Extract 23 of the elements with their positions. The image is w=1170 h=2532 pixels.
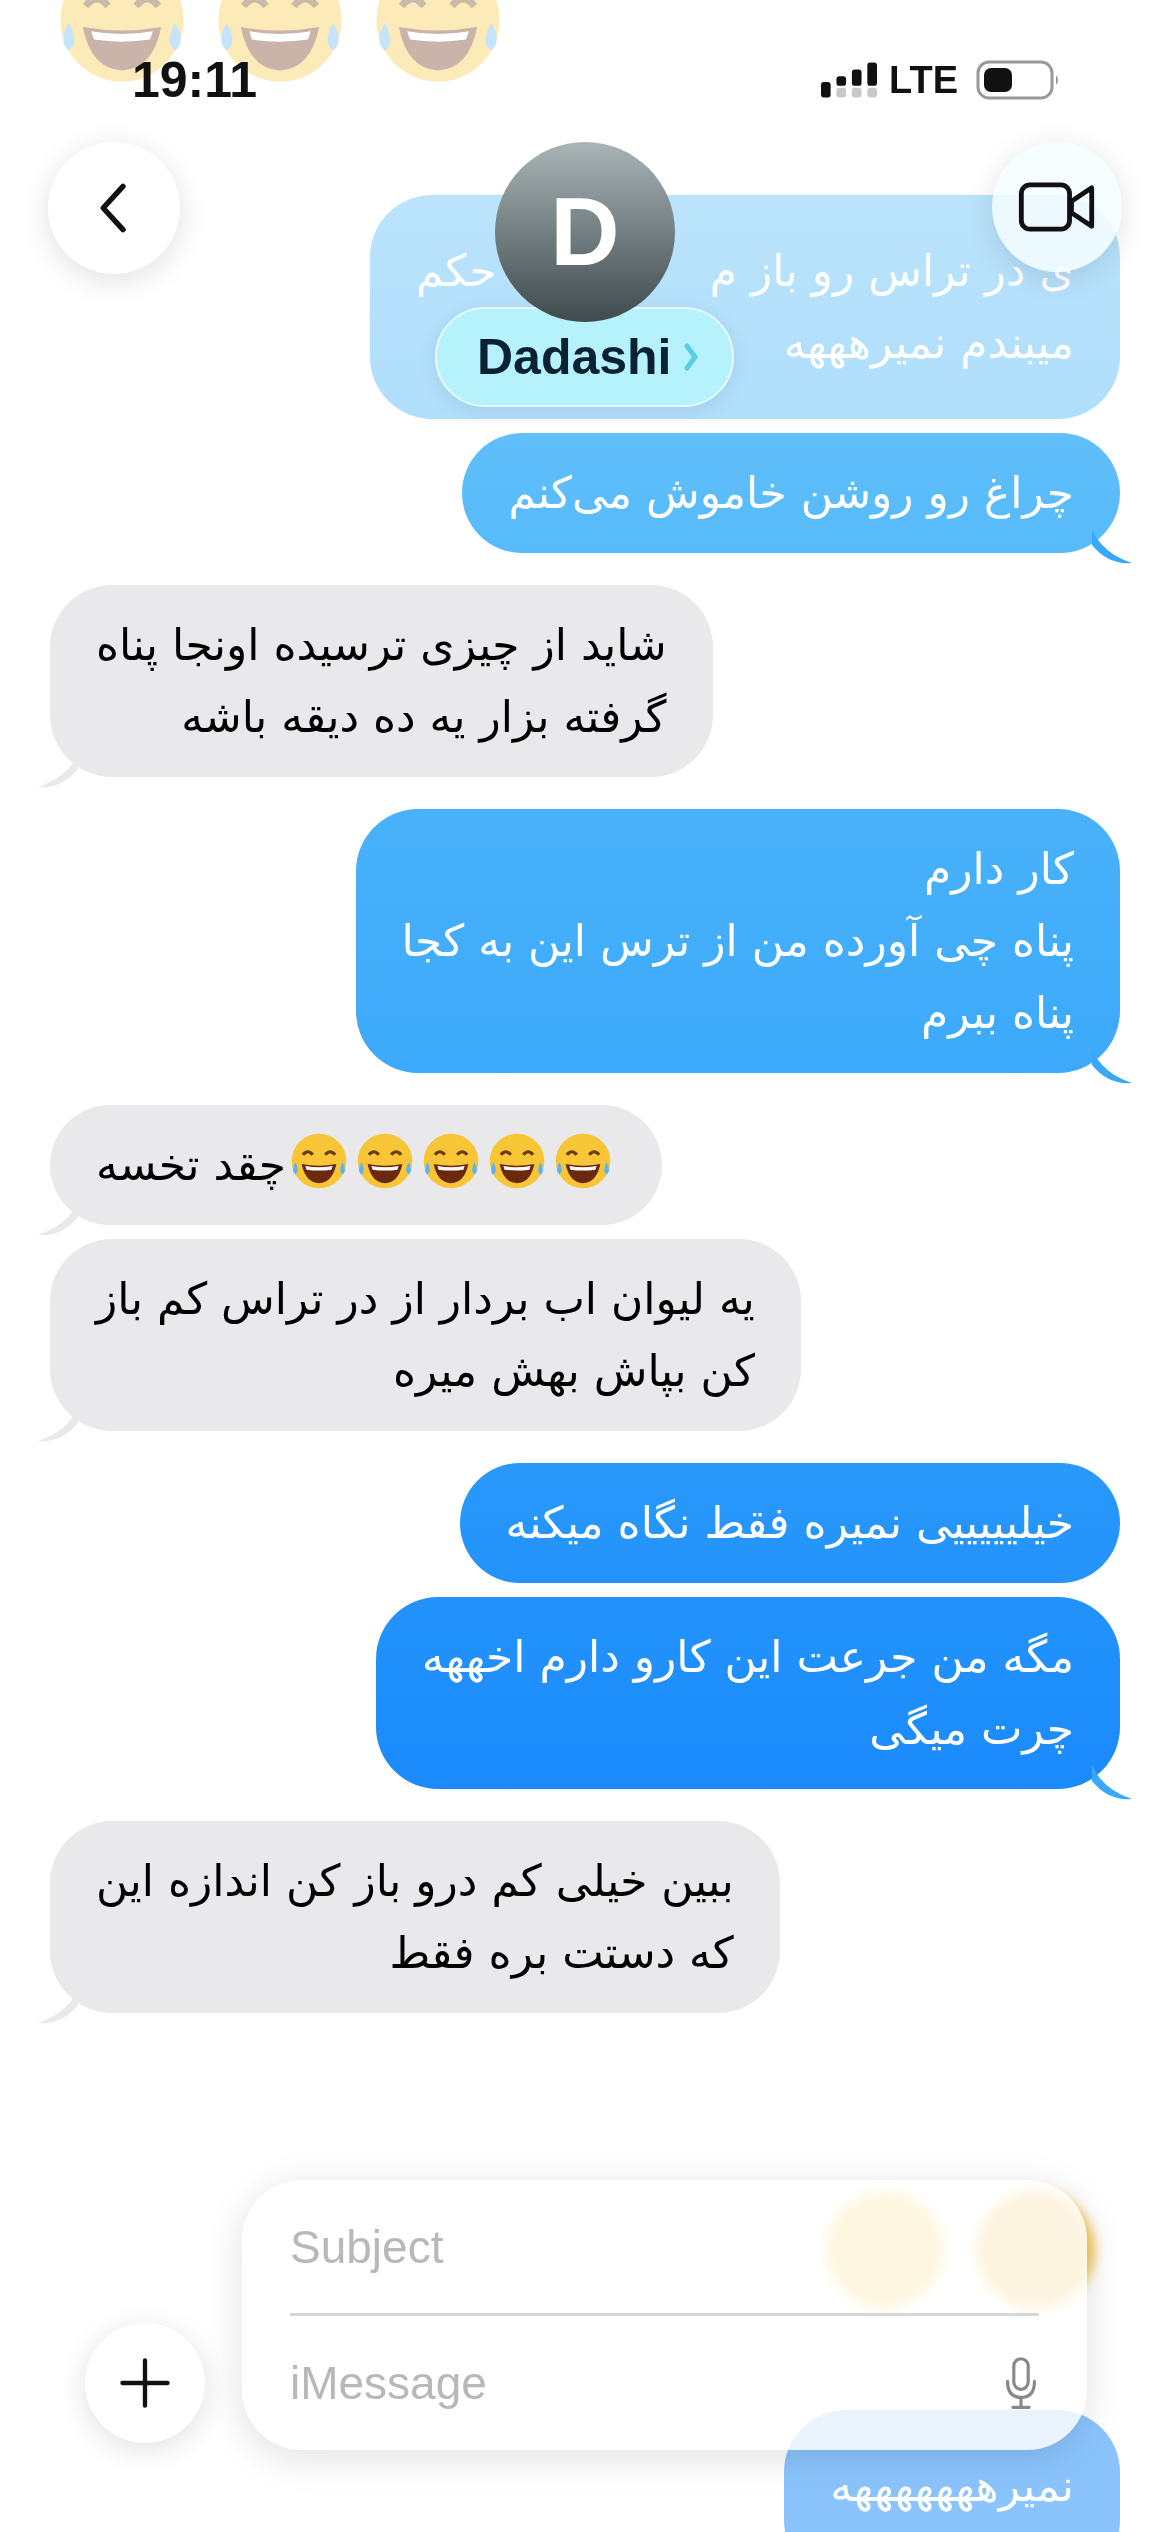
message-text: میبندم نمیرهههه — [783, 317, 1074, 368]
message-text: نمیرهههههههه — [830, 2460, 1074, 2511]
plus-icon — [119, 2357, 171, 2409]
microphone-icon[interactable] — [1003, 2355, 1039, 2411]
message-text: کار دارم پناه چی آورده من از ترس این به کجا پناه ببرم — [401, 843, 1074, 1038]
message-text: ببین خیلی کم درو باز کن اندازه این که دستت بره فقط — [96, 1855, 734, 1978]
message-text: مگه من جرعت این کارو دارم اخههه چرت میگی — [421, 1631, 1074, 1754]
battery-icon — [976, 60, 1060, 100]
status-time: 19:11 — [132, 51, 258, 109]
chevron-icon — [683, 342, 698, 372]
contact-avatar[interactable]: D — [495, 142, 675, 322]
message-text: چراغ رو روشن خاموش می‌کنم — [508, 467, 1074, 518]
message-text: شاید از چیزی ترسیده اونجا پناه گرفته بزار یه ده دیقه باشه — [96, 619, 667, 742]
contact-name-button[interactable]: Dadashi — [435, 307, 734, 407]
message-text: چقد تخسه — [96, 1139, 287, 1190]
message-text: یه لیوان اب بردار از در تراس کم باز کن بپاش بهش میره — [96, 1273, 755, 1396]
signal-icon — [821, 62, 878, 98]
video-camera-icon — [1018, 180, 1096, 234]
message-text: خیلیییییی نمیره فقط نگاه میکنه — [505, 1497, 1074, 1548]
message-field[interactable]: iMessage — [290, 2316, 983, 2450]
message-text: حکم — [416, 244, 497, 299]
subject-field[interactable]: Subject — [290, 2180, 1039, 2313]
network-label: LTE — [889, 58, 958, 102]
